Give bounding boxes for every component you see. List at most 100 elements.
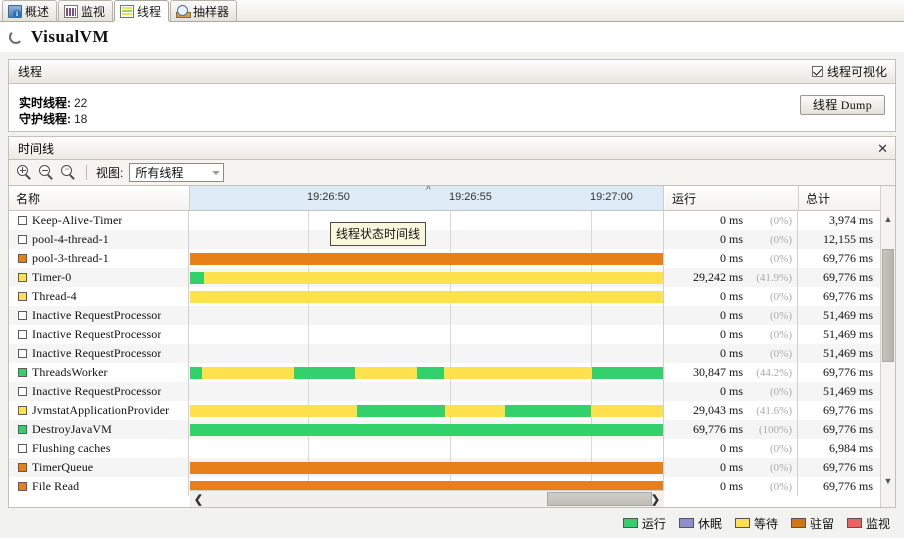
cell-total-time: 51,469 ms: [799, 306, 882, 325]
column-header-running[interactable]: 运行: [665, 186, 799, 210]
table-row[interactable]: Inactive RequestProcessor 0 ms (0%) 51,469 …: [9, 325, 895, 344]
chevron-up-icon[interactable]: ▲: [881, 211, 895, 226]
running-ms-label: 0 ms: [719, 327, 743, 341]
thread-dump-button[interactable]: 线程 Dump: [799, 95, 885, 115]
timeline-segment: [190, 424, 663, 436]
cell-timeline-track[interactable]: [190, 306, 664, 325]
timeline-gridline: [450, 325, 451, 344]
legend-item-2: 等待: [734, 515, 778, 532]
table-row[interactable]: Keep-Alive-Timer 0 ms (0%) 3,974 ms: [9, 211, 895, 230]
total-ms-label: 69,776 ms: [822, 403, 873, 417]
timeline-gridline: [450, 439, 451, 458]
tab-0[interactable]: 概述: [2, 0, 58, 21]
running-pct-label: (0%): [770, 442, 792, 455]
running-ms-label: 0 ms: [719, 460, 743, 474]
timeline-segment: [190, 272, 204, 284]
cell-timeline-track[interactable]: [190, 401, 664, 420]
cell-total-time: 51,469 ms: [799, 325, 882, 344]
thread-state-swatch-icon[interactable]: [18, 444, 27, 453]
vertical-scrollbar-thumb[interactable]: [882, 249, 894, 362]
column-header-total-label: 总计: [806, 191, 831, 206]
timeline-gridline: [450, 230, 451, 249]
thread-state-swatch-icon[interactable]: [18, 311, 27, 320]
cell-thread-name: DestroyJavaVM: [9, 420, 189, 439]
vertical-scrollbar[interactable]: ▲ ▼: [880, 186, 895, 507]
zoom-fit-icon[interactable]: ⇔: [61, 164, 77, 181]
horizontal-scrollbar[interactable]: ❮ ❯: [190, 490, 664, 507]
cell-thread-name: Timer-0: [9, 268, 189, 287]
cell-timeline-track[interactable]: [190, 268, 664, 287]
table-row[interactable]: Inactive RequestProcessor 0 ms (0%) 51,469 …: [9, 344, 895, 363]
cell-thread-name: Thread-4: [9, 287, 189, 306]
daemon-threads-label: 守护线程:: [19, 112, 71, 126]
thread-visualization-checkbox[interactable]: 线程可视化: [811, 63, 887, 80]
thread-state-swatch-icon[interactable]: [18, 425, 27, 434]
tab-1[interactable]: 监视: [58, 0, 114, 21]
page-title: VisualVM: [31, 26, 109, 46]
cell-running-time: 0 ms (0%): [665, 439, 798, 458]
cell-timeline-track[interactable]: [190, 287, 664, 306]
running-ms-label: 0 ms: [719, 441, 743, 455]
horizontal-scrollbar-thumb[interactable]: [547, 492, 652, 506]
zoom-in-icon[interactable]: [17, 164, 33, 181]
thread-state-swatch-icon[interactable]: [18, 235, 27, 244]
chevron-down-icon[interactable]: ▼: [881, 473, 895, 488]
zoom-out-icon[interactable]: [39, 164, 55, 181]
cell-running-time: 29,242 ms (41.9%): [665, 268, 798, 287]
sampler-icon: [176, 4, 192, 18]
thread-state-swatch-icon[interactable]: [18, 273, 27, 282]
thread-state-swatch-icon[interactable]: [18, 463, 27, 472]
thread-state-swatch-icon[interactable]: [18, 482, 27, 491]
time-tick-label: 19:26:50: [307, 191, 350, 203]
total-ms-label: 51,469 ms: [822, 346, 873, 360]
chevron-left-icon[interactable]: ❮: [190, 491, 207, 507]
table-row[interactable]: TimerQueue 0 ms (0%) 69,776 ms: [9, 458, 895, 477]
thread-state-swatch-icon[interactable]: [18, 254, 27, 263]
table-row[interactable]: Inactive RequestProcessor 0 ms (0%) 51,469 …: [9, 382, 895, 401]
thread-state-swatch-icon[interactable]: [18, 330, 27, 339]
tab-2[interactable]: 线程: [114, 0, 170, 21]
cell-timeline-track[interactable]: [190, 325, 664, 344]
timeline-gridline: [450, 344, 451, 363]
thread-state-swatch-icon[interactable]: [18, 368, 27, 377]
timeline-segment: [190, 367, 202, 379]
tab-3[interactable]: 抽样器: [170, 0, 238, 21]
cell-timeline-track[interactable]: [190, 420, 664, 439]
table-row[interactable]: ThreadsWorker 30,847 ms (44.2%) 69,776 ms: [9, 363, 895, 382]
timeline-gridline: [308, 230, 309, 249]
chevron-right-icon[interactable]: ❯: [647, 491, 664, 507]
column-header-timeline[interactable]: ^ 19:26:50 19:26:55 19:27:00: [190, 186, 664, 210]
cell-timeline-track[interactable]: [190, 363, 664, 382]
checkbox-box-icon[interactable]: [811, 66, 823, 77]
timeline-segment: [190, 291, 663, 303]
cell-timeline-track[interactable]: [190, 382, 664, 401]
thread-dump-label: 线程 Dump: [812, 98, 872, 112]
thread-state-swatch-icon[interactable]: [18, 216, 27, 225]
running-pct-label: (0%): [770, 480, 792, 493]
table-row[interactable]: JvmstatApplicationProvider 29,043 ms (41.6…: [9, 401, 895, 420]
thread-state-swatch-icon[interactable]: [18, 406, 27, 415]
table-row[interactable]: DestroyJavaVM 69,776 ms (100%) 69,776 ms: [9, 420, 895, 439]
cell-timeline-track[interactable]: [190, 230, 664, 249]
cell-timeline-track[interactable]: [190, 439, 664, 458]
thread-state-swatch-icon[interactable]: [18, 292, 27, 301]
cell-timeline-track[interactable]: [190, 344, 664, 363]
timeline-gridline: [308, 439, 309, 458]
thread-state-swatch-icon[interactable]: [18, 349, 27, 358]
table-row[interactable]: Thread-4 0 ms (0%) 69,776 ms: [9, 287, 895, 306]
timeline-gridline: [591, 230, 592, 249]
cell-timeline-track[interactable]: [190, 249, 664, 268]
table-row[interactable]: pool-4-thread-1 0 ms (0%) 12,155 ms: [9, 230, 895, 249]
thread-state-swatch-icon[interactable]: [18, 387, 27, 396]
column-header-name[interactable]: 名称: [9, 186, 190, 210]
cell-timeline-track[interactable]: [190, 211, 664, 230]
table-row[interactable]: Timer-0 29,242 ms (41.9%) 69,776 ms: [9, 268, 895, 287]
close-icon[interactable]: ✕: [877, 142, 888, 155]
table-row[interactable]: Inactive RequestProcessor 0 ms (0%) 51,469 …: [9, 306, 895, 325]
thread-name-label: Inactive RequestProcessor: [32, 327, 162, 341]
table-row[interactable]: Flushing caches 0 ms (0%) 6,984 ms: [9, 439, 895, 458]
timeline-gridline: [308, 325, 309, 344]
table-row[interactable]: pool-3-thread-1 0 ms (0%) 69,776 ms: [9, 249, 895, 268]
cell-timeline-track[interactable]: [190, 458, 664, 477]
view-select[interactable]: 所有线程: [129, 163, 225, 182]
